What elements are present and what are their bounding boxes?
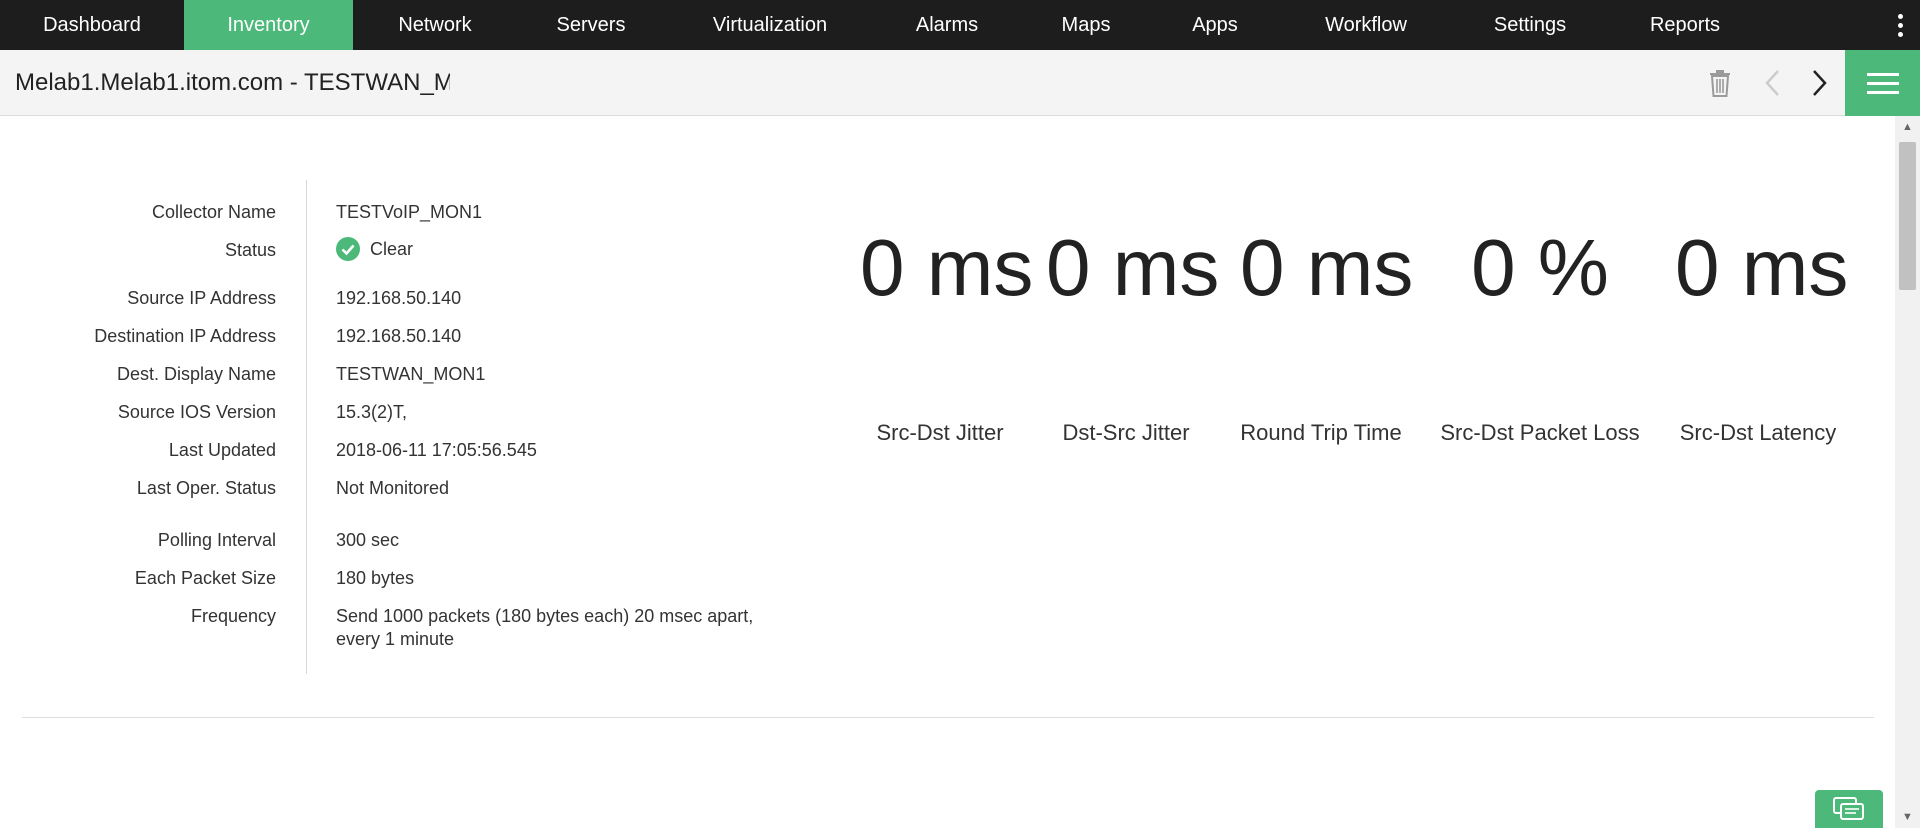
device-header: Melab1.Melab1.itom.com - TESTWAN_MON1 xyxy=(0,50,1920,116)
trash-icon[interactable] xyxy=(1708,69,1732,97)
detail-label: Source IP Address xyxy=(127,288,276,308)
detail-row-last-oper-status: Last Oper. Status Not Monitored xyxy=(0,478,800,508)
detail-row-destination-ip: Destination IP Address 192.168.50.140 xyxy=(0,326,800,356)
chevron-right-icon[interactable] xyxy=(1808,68,1830,98)
top-navigation: Dashboard Inventory Network Servers Virt… xyxy=(0,0,1920,50)
detail-value-status: Clear xyxy=(336,237,413,261)
metric-value-src-dst-jitter: 0 ms xyxy=(860,223,1034,312)
scroll-up-arrow-icon[interactable]: ▲ xyxy=(1895,116,1920,138)
detail-label: Last Oper. Status xyxy=(136,478,276,498)
chat-button[interactable] xyxy=(1815,790,1883,828)
metric-label-round-trip-time: Round Trip Time xyxy=(1240,420,1402,445)
nav-item-reports[interactable]: Reports xyxy=(1605,0,1765,50)
detail-value: 300 sec xyxy=(336,530,400,550)
detail-value: 180 bytes xyxy=(336,568,415,588)
status-text: Clear xyxy=(370,238,414,259)
nav-item-settings[interactable]: Settings xyxy=(1455,0,1605,50)
detail-value: 192.168.50.140 xyxy=(336,326,462,346)
detail-label: Collector Name xyxy=(151,202,276,222)
metric-label-dst-src-jitter: Dst-Src Jitter xyxy=(1062,420,1190,445)
metric-value-round-trip-time: 0 ms xyxy=(1240,223,1414,312)
detail-label: Status xyxy=(224,240,276,260)
metric-label-src-dst-packet-loss: Src-Dst Packet Loss xyxy=(1440,420,1640,445)
detail-label: Source IOS Version xyxy=(117,402,276,422)
hamburger-menu-icon[interactable] xyxy=(1845,50,1920,116)
detail-label: Last Updated xyxy=(168,440,276,460)
detail-label: Frequency xyxy=(190,606,276,626)
detail-row-dest-display-name: Dest. Display Name TESTWAN_MON1 xyxy=(0,364,800,394)
metric-value-src-dst-latency: 0 ms xyxy=(1675,223,1849,312)
nav-item-dashboard[interactable]: Dashboard xyxy=(0,0,184,50)
detail-label: Polling Interval xyxy=(157,530,276,550)
detail-label: Destination IP Address xyxy=(94,326,276,346)
check-circle-icon xyxy=(336,237,360,261)
detail-row-source-ip: Source IP Address 192.168.50.140 xyxy=(0,288,800,318)
kebab-vertical-icon[interactable] xyxy=(1888,0,1912,50)
nav-item-network[interactable]: Network xyxy=(353,0,517,50)
detail-row-collector-name: Collector Name TESTVoIP_MON1 xyxy=(0,202,800,232)
section-divider xyxy=(22,717,1874,718)
detail-value: Not Monitored xyxy=(336,478,450,498)
detail-value: 192.168.50.140 xyxy=(336,288,462,308)
chevron-left-icon[interactable] xyxy=(1762,68,1784,98)
metric-label-src-dst-latency: Src-Dst Latency xyxy=(1679,420,1837,445)
detail-row-each-packet-size: Each Packet Size 180 bytes xyxy=(0,568,800,598)
nav-item-alarms[interactable]: Alarms xyxy=(875,0,1019,50)
detail-value: TESTWAN_MON1 xyxy=(336,364,486,384)
detail-row-source-ios-version: Source IOS Version 15.3(2)T, xyxy=(0,402,800,432)
detail-value: 15.3(2)T, xyxy=(336,402,408,422)
nav-item-apps[interactable]: Apps xyxy=(1153,0,1277,50)
chat-bubbles-icon xyxy=(1833,797,1864,820)
detail-value: Send 1000 packets (180 bytes each) 20 ms… xyxy=(336,606,754,649)
scroll-down-arrow-icon[interactable]: ▼ xyxy=(1895,806,1920,828)
metric-label-src-dst-jitter: Src-Dst Jitter xyxy=(876,420,1004,445)
detail-row-polling-interval: Polling Interval 300 sec xyxy=(0,530,800,560)
device-title: Melab1.Melab1.itom.com - TESTWAN_MON1 xyxy=(15,69,450,96)
detail-value: TESTVoIP_MON1 xyxy=(336,202,483,222)
detail-label: Dest. Display Name xyxy=(116,364,276,384)
nav-item-servers[interactable]: Servers xyxy=(517,0,665,50)
detail-row-status: Status Clear xyxy=(0,237,800,270)
detail-row-frequency: Frequency Send 1000 packets (180 bytes e… xyxy=(0,606,800,656)
scrollbar-thumb[interactable] xyxy=(1899,142,1916,290)
metric-value-dst-src-jitter: 0 ms xyxy=(1046,223,1220,312)
detail-label: Each Packet Size xyxy=(134,568,276,588)
metric-value-src-dst-packet-loss: 0 % xyxy=(1471,223,1609,312)
detail-row-last-updated: Last Updated 2018-06-11 17:05:56.545 xyxy=(0,440,800,470)
nav-item-workflow[interactable]: Workflow xyxy=(1277,0,1455,50)
nav-item-inventory[interactable]: Inventory xyxy=(184,0,353,50)
nav-item-virtualization[interactable]: Virtualization xyxy=(665,0,875,50)
nav-item-maps[interactable]: Maps xyxy=(1019,0,1153,50)
vertical-scrollbar[interactable]: ▲ ▼ xyxy=(1895,116,1920,828)
detail-value: 2018-06-11 17:05:56.545 xyxy=(336,440,537,460)
